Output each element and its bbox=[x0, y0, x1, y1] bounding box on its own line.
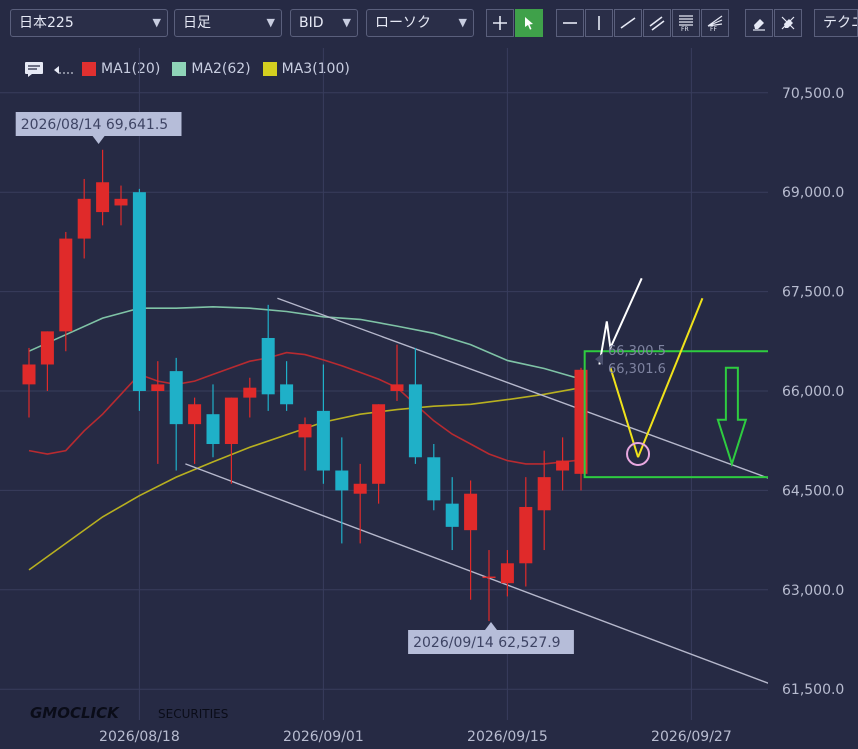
y-tick-label: 67,500.0 bbox=[782, 285, 844, 301]
y-tick-label: 70,500.0 bbox=[782, 86, 844, 102]
drawing-annotations bbox=[583, 277, 768, 479]
y-tick-label: 61,500.0 bbox=[782, 682, 844, 698]
candle-body[interactable] bbox=[77, 198, 91, 239]
candle-body[interactable] bbox=[556, 460, 570, 471]
trendline[interactable] bbox=[277, 297, 801, 490]
moving-average-line bbox=[28, 305, 582, 380]
candle-body[interactable] bbox=[206, 414, 220, 445]
candles bbox=[22, 149, 588, 622]
candle-body[interactable] bbox=[280, 384, 294, 405]
trendline[interactable] bbox=[185, 463, 801, 696]
low-annotation-label: 2026/09/14 62,527.9 bbox=[413, 635, 560, 651]
moving-average-line bbox=[28, 386, 582, 571]
y-tick-label: 63,000.0 bbox=[782, 583, 844, 599]
high-annotation-label: 2026/08/14 69,641.5 bbox=[21, 117, 169, 133]
logo-suffix: SECURITIES bbox=[158, 707, 228, 721]
chart-grid bbox=[0, 48, 768, 720]
candle-body[interactable] bbox=[298, 424, 312, 438]
candle-body[interactable] bbox=[537, 477, 551, 511]
candle-body[interactable] bbox=[408, 384, 422, 458]
candle-body[interactable] bbox=[188, 404, 202, 425]
candle-body[interactable] bbox=[132, 192, 146, 391]
candle-body[interactable] bbox=[482, 576, 496, 579]
y-tick-label: 64,500.0 bbox=[782, 483, 844, 499]
forecast-line-yellow[interactable] bbox=[637, 297, 704, 458]
logo-text: GMOCLICK bbox=[30, 704, 120, 722]
high-annotation-pointer bbox=[92, 136, 105, 144]
candle-body[interactable] bbox=[427, 457, 441, 501]
candle-body[interactable] bbox=[224, 397, 238, 445]
candle-body[interactable] bbox=[169, 371, 183, 425]
price-label-upper: 66,300.5 bbox=[608, 344, 666, 359]
candle-body[interactable] bbox=[335, 470, 349, 491]
broker-logo: GMOCLICK SECURITIES bbox=[30, 704, 228, 722]
candle-body[interactable] bbox=[40, 331, 54, 365]
candle-body[interactable] bbox=[59, 238, 73, 332]
candle-body[interactable] bbox=[445, 503, 459, 527]
candle-body[interactable] bbox=[261, 337, 275, 395]
candle-body[interactable] bbox=[151, 384, 165, 391]
candle-body[interactable] bbox=[96, 182, 110, 213]
candle-body[interactable] bbox=[316, 410, 330, 471]
candle-body[interactable] bbox=[390, 384, 404, 391]
y-tick-label: 66,000.0 bbox=[782, 384, 844, 400]
low-annotation-pointer bbox=[485, 622, 497, 630]
candle-body[interactable] bbox=[353, 483, 367, 494]
price-labels: 66,300.5 66,301.6 bbox=[595, 344, 666, 377]
candle-body[interactable] bbox=[372, 404, 386, 484]
candle-body[interactable] bbox=[114, 198, 128, 206]
price-label-lower: 66,301.6 bbox=[608, 362, 666, 377]
candlestick-chart[interactable]: 66,300.5 66,301.6 2026/08/14 69,641.5 20… bbox=[0, 0, 858, 749]
candle-body[interactable] bbox=[519, 506, 533, 564]
candle-body[interactable] bbox=[500, 563, 514, 584]
down-arrow-drawing[interactable] bbox=[716, 366, 748, 468]
x-tick-label: 2026/08/18 bbox=[99, 729, 180, 745]
x-tick-label: 2026/09/01 bbox=[283, 729, 364, 745]
x-tick-label: 2026/09/27 bbox=[651, 729, 732, 745]
y-tick-label: 69,000.0 bbox=[782, 185, 844, 201]
x-tick-label: 2026/09/15 bbox=[467, 729, 548, 745]
candle-body[interactable] bbox=[243, 387, 257, 398]
candle-body[interactable] bbox=[22, 364, 36, 385]
candle-body[interactable] bbox=[464, 493, 478, 531]
